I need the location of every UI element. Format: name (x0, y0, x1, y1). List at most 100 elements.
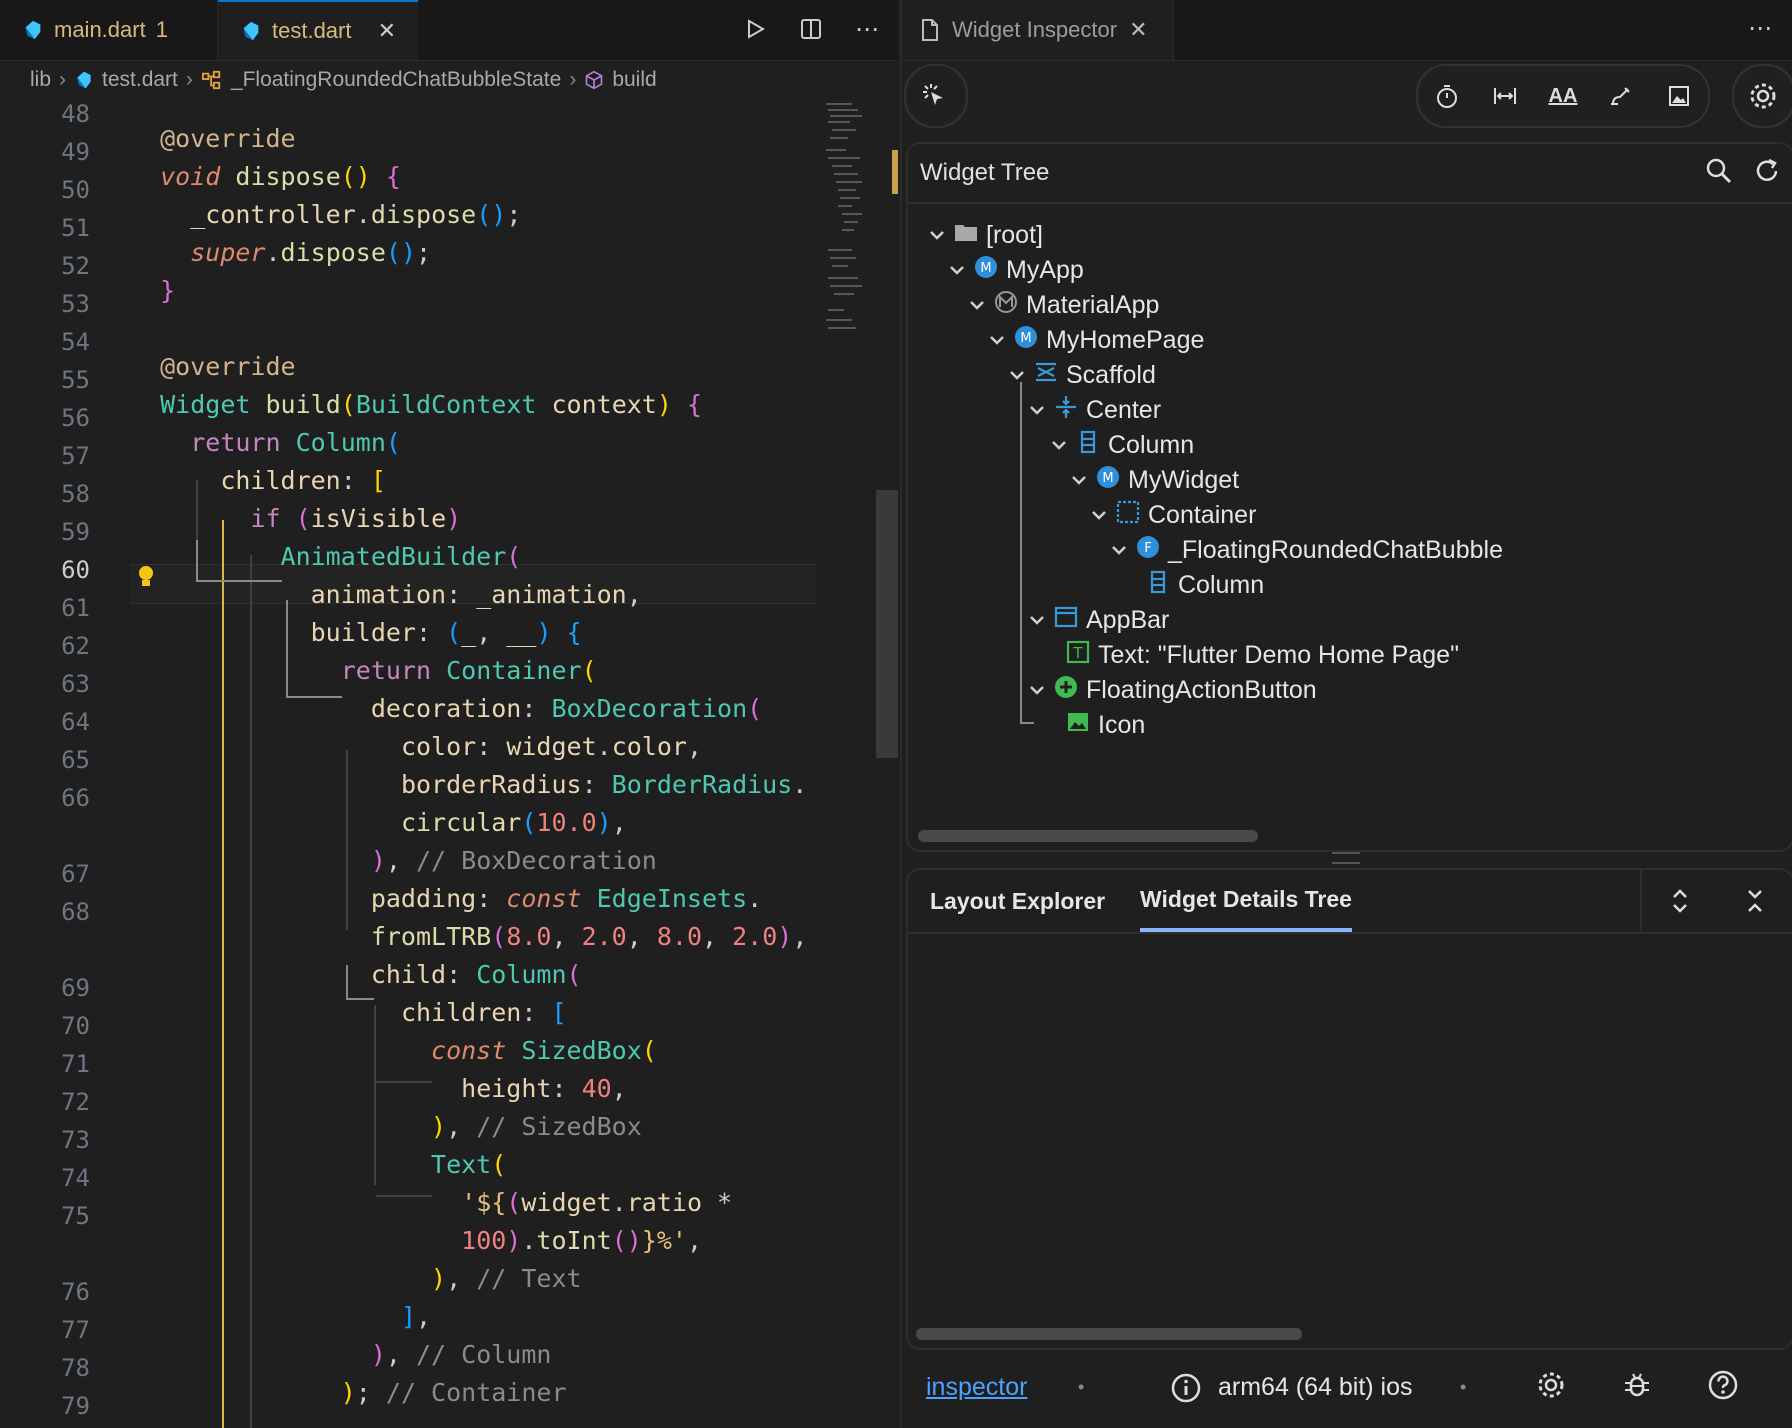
breadcrumb-method[interactable]: build (612, 68, 656, 92)
chevron-down-icon[interactable] (1008, 366, 1026, 384)
line-number: 65 (61, 746, 90, 774)
breadcrumb-class[interactable]: _FloatingRoundedChatBubbleState (231, 68, 561, 92)
inspector-link[interactable]: inspector (926, 1373, 1027, 1402)
chevron-down-icon[interactable] (1028, 401, 1046, 419)
chevron-down-icon[interactable] (928, 226, 946, 244)
breadcrumb: lib › test.dart › _FloatingRoundedChatBu… (0, 60, 898, 100)
more-actions-icon[interactable]: ⋯ (850, 12, 884, 46)
line-number: 74 (61, 1164, 90, 1192)
bug-icon[interactable] (1620, 1368, 1654, 1402)
refresh-icon[interactable] (1750, 154, 1784, 188)
separator-dot: • (1460, 1376, 1467, 1397)
tree-node[interactable]: Column (1050, 428, 1194, 462)
line-number: 60 (61, 556, 90, 584)
svg-text:M: M (1102, 471, 1113, 486)
tree-node[interactable]: M MyHomePage (988, 323, 1204, 357)
chevron-down-icon[interactable] (1070, 471, 1088, 489)
breadcrumb-file[interactable]: test.dart (102, 68, 178, 92)
material-app-icon (994, 290, 1018, 321)
tree-node[interactable]: Container (1090, 498, 1256, 532)
chevron-down-icon[interactable] (948, 261, 966, 279)
tab-main-dart[interactable]: main.dart 1 (0, 0, 218, 60)
close-icon[interactable]: ✕ (378, 18, 396, 44)
inspector-toolbar: AA (902, 62, 1792, 132)
gear-icon[interactable] (1534, 1368, 1568, 1402)
widget-inspector-panel: Widget Inspector ✕ ⋯ AA Widget Tree [roo… (900, 0, 1792, 1428)
tab-widget-details-tree[interactable]: Widget Details Tree (1140, 870, 1352, 932)
tree-node[interactable]: T Text: "Flutter Demo Home Page" (1058, 638, 1459, 672)
run-icon[interactable] (738, 12, 772, 46)
line-number: 68 (61, 898, 90, 926)
help-icon[interactable] (1706, 1368, 1740, 1402)
chevron-down-icon[interactable] (988, 331, 1006, 349)
split-editor-icon[interactable] (794, 12, 828, 46)
tree-node-label: Center (1086, 395, 1162, 424)
tab-label: Layout Explorer (930, 887, 1106, 914)
tab-layout-explorer[interactable]: Layout Explorer (930, 870, 1105, 932)
tree-node[interactable]: FloatingActionButton (1028, 673, 1317, 707)
tree-node[interactable]: Icon (1058, 708, 1145, 742)
dart-file-icon (77, 71, 91, 89)
settings-group (1732, 64, 1792, 128)
chevron-down-icon[interactable] (1028, 611, 1046, 629)
editor-scrollbar[interactable] (876, 490, 898, 758)
highlight-oversized-images-icon[interactable] (1650, 67, 1708, 125)
device-label: arm64 (64 bit) ios (1218, 1372, 1413, 1401)
chevron-down-icon[interactable] (1028, 681, 1046, 699)
tab-test-dart[interactable]: test.dart ✕ (218, 0, 418, 60)
folder-icon (954, 220, 978, 251)
tree-node[interactable]: Column (1138, 568, 1264, 602)
file-icon (922, 19, 938, 41)
line-number: 76 (61, 1278, 90, 1306)
code-editor[interactable]: main.dart 1 test.dart ✕ ⋯ lib › test.dar… (0, 0, 898, 1428)
details-horizontal-scrollbar[interactable] (916, 1328, 1302, 1340)
line-number: 64 (61, 708, 90, 736)
tree-node[interactable]: [root] (928, 218, 1043, 252)
tree-node[interactable]: F _FloatingRoundedChatBubble (1110, 533, 1503, 567)
chevron-down-icon[interactable] (1110, 541, 1128, 559)
chevron-down-icon[interactable] (1090, 506, 1108, 524)
highlight-repaints-icon[interactable] (1592, 67, 1650, 125)
tree-node[interactable]: MaterialApp (968, 288, 1159, 322)
line-number: 59 (61, 518, 90, 546)
tab-widget-inspector[interactable]: Widget Inspector ✕ (902, 0, 1174, 60)
minimap[interactable] (822, 100, 866, 380)
widget-tree-panel: Widget Tree [root] M MyApp MaterialApp M MyHo… (906, 142, 1792, 852)
breadcrumb-folder[interactable]: lib (30, 68, 51, 92)
search-icon[interactable] (1702, 154, 1736, 188)
tree-node[interactable]: M MyWidget (1070, 463, 1239, 497)
tree-horizontal-scrollbar[interactable] (918, 830, 1258, 842)
tree-node-label: Icon (1098, 710, 1146, 739)
close-icon[interactable]: ✕ (1129, 17, 1147, 43)
show-guidelines-icon[interactable] (1476, 67, 1534, 125)
tree-node[interactable]: AppBar (1028, 603, 1169, 637)
code-area[interactable]: 48 49 50 51 52 53 54 55 56 57 58 59 60 61 62 63 64 65 66 67… (0, 100, 898, 1428)
line-number: 62 (61, 632, 90, 660)
line-number: 69 (61, 974, 90, 1002)
details-actions (1640, 870, 1792, 932)
select-widget-mode-icon[interactable] (906, 67, 964, 125)
show-baselines-icon[interactable]: AA (1534, 67, 1592, 125)
line-number: 72 (61, 1088, 90, 1116)
center-icon (1054, 395, 1078, 426)
tree-node[interactable]: Center (1028, 393, 1161, 427)
chevron-down-icon[interactable] (1050, 436, 1068, 454)
gear-icon[interactable] (1734, 67, 1792, 125)
tree-node[interactable]: Scaffold (1008, 358, 1156, 392)
expand-all-icon[interactable] (1663, 884, 1697, 918)
more-actions-icon[interactable]: ⋯ (1748, 14, 1772, 43)
line-number: 67 (61, 860, 90, 888)
chevron-right-icon: › (185, 68, 193, 91)
tree-node-label: Scaffold (1066, 360, 1156, 389)
slow-animations-icon[interactable] (1418, 67, 1476, 125)
chevron-right-icon: › (569, 68, 577, 91)
line-number: 53 (61, 290, 90, 318)
dart-file-icon (243, 21, 259, 41)
panel-resize-handle[interactable] (1332, 852, 1360, 864)
tree-node[interactable]: M MyApp (948, 253, 1084, 287)
stateful-widget-icon: M (1014, 325, 1038, 356)
line-number: 52 (61, 252, 90, 280)
chevron-down-icon[interactable] (968, 296, 986, 314)
collapse-all-icon[interactable] (1738, 884, 1772, 918)
column-icon (1146, 570, 1170, 601)
